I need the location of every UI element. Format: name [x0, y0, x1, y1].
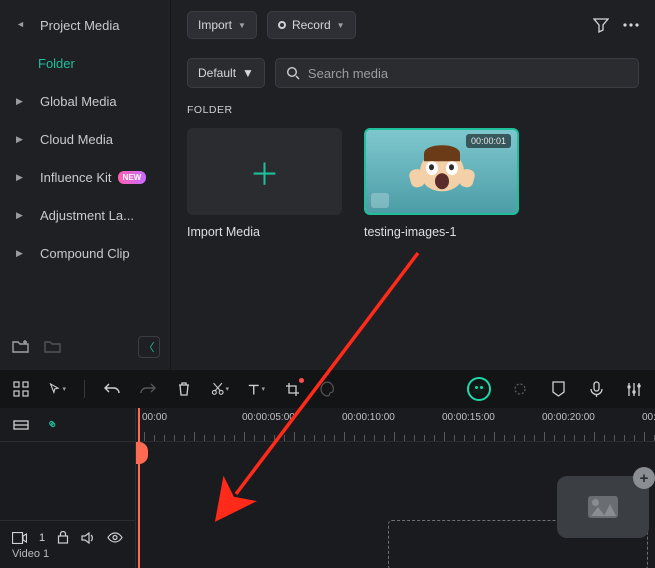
sidebar-item-compound-clip[interactable]: ▶ Compound Clip	[6, 234, 164, 272]
sidebar-item-label: Folder	[38, 56, 75, 71]
ruler-label: 00:00	[142, 412, 167, 423]
sidebar: ▼ Project Media Folder ▶ Global Media ▶ …	[0, 0, 170, 370]
chevron-right-icon: ▶	[16, 248, 26, 259]
card-label: Import Media	[187, 225, 342, 239]
ruler-label: 00:00:15:00	[442, 412, 495, 423]
clip-type-icon	[371, 193, 389, 208]
media-browser: Import ▼ Record ▼ Default ▼	[171, 0, 655, 370]
mic-icon[interactable]	[587, 380, 605, 398]
sidebar-item-project-media[interactable]: ▼ Project Media	[6, 6, 164, 44]
timeline-toolbar: ▾ ▾ ▾	[0, 370, 655, 408]
import-media-card[interactable]: ＋ Import Media	[187, 128, 342, 239]
ruler-label: 00:00:20:00	[542, 412, 595, 423]
palette-icon[interactable]	[319, 380, 337, 398]
chevron-down-icon: ▼	[238, 21, 246, 30]
visibility-icon[interactable]	[107, 532, 123, 543]
chevron-right-icon: ▶	[16, 210, 26, 221]
chevron-down-icon: ▼	[337, 21, 345, 30]
sidebar-item-adjustment-layer[interactable]: ▶ Adjustment La...	[6, 196, 164, 234]
sparkle-icon[interactable]	[511, 380, 529, 398]
sidebar-item-label: Influence Kit	[40, 170, 112, 185]
sidebar-item-label: Project Media	[40, 18, 119, 33]
sidebar-item-folder[interactable]: Folder	[6, 44, 164, 82]
apps-icon[interactable]	[12, 380, 30, 398]
ai-assistant-icon[interactable]	[467, 377, 491, 401]
new-folder-icon[interactable]	[10, 337, 32, 357]
sidebar-item-influence-kit[interactable]: ▶ Influence Kit NEW	[6, 158, 164, 196]
media-clip-card[interactable]: 00:00:01 testing-images-1	[364, 128, 519, 239]
track-label: Video 1	[12, 548, 123, 560]
plus-icon: +	[633, 467, 655, 489]
card-label: testing-images-1	[364, 225, 519, 239]
import-button[interactable]: Import ▼	[187, 11, 257, 39]
plus-icon: ＋	[250, 150, 280, 194]
sidebar-item-label: Adjustment La...	[40, 208, 134, 223]
search-icon	[286, 66, 300, 80]
timeline-tracks[interactable]: 00:00 00:00:05:00 00:00:10:00 00:00:15:00 00…	[136, 408, 655, 568]
sort-dropdown[interactable]: Default ▼	[187, 58, 265, 88]
sort-label: Default	[198, 66, 236, 80]
image-icon	[588, 496, 618, 518]
clip-duration: 00:00:01	[466, 134, 511, 148]
track-header[interactable]: 1 Video 1	[0, 520, 135, 568]
section-heading: FOLDER	[187, 104, 639, 116]
folder-icon[interactable]	[42, 337, 64, 357]
collapse-sidebar-button[interactable]: 〈	[138, 336, 160, 358]
filter-icon[interactable]	[593, 17, 609, 33]
clip-thumbnail	[420, 151, 464, 191]
redo-icon[interactable]	[139, 380, 157, 398]
chevron-right-icon: ▶	[16, 172, 26, 183]
playhead[interactable]	[138, 408, 140, 568]
track-index: 1	[39, 532, 45, 544]
record-label: Record	[292, 18, 331, 32]
text-icon[interactable]: ▾	[247, 380, 265, 398]
marker-icon[interactable]	[549, 380, 567, 398]
search-input[interactable]	[308, 66, 628, 81]
lock-icon[interactable]	[57, 531, 69, 544]
cursor-icon[interactable]: ▾	[48, 380, 66, 398]
video-track-icon	[12, 532, 27, 544]
chevron-right-icon: ▶	[16, 96, 26, 107]
delete-icon[interactable]	[175, 380, 193, 398]
undo-icon[interactable]	[103, 380, 121, 398]
chevron-down-icon: ▼	[242, 66, 254, 80]
ruler-label: 00:00:05:00	[242, 412, 295, 423]
snap-icon[interactable]	[12, 416, 30, 434]
sidebar-item-label: Cloud Media	[40, 132, 113, 147]
more-icon[interactable]	[623, 17, 639, 33]
ruler-label: 00:00:25:0	[642, 412, 655, 423]
sidebar-item-label: Global Media	[40, 94, 117, 109]
chevron-right-icon: ▶	[16, 134, 26, 145]
new-badge: NEW	[118, 171, 147, 184]
ruler-label: 00:00:10:00	[342, 412, 395, 423]
link-icon[interactable]: ⚭	[42, 414, 62, 434]
crop-icon[interactable]	[283, 380, 301, 398]
mute-icon[interactable]	[81, 532, 95, 544]
timeline: ⚭ 1 Video 1 00:0000:00:05:0000:00:10:000…	[0, 408, 655, 568]
search-field[interactable]	[275, 58, 639, 88]
chevron-down-icon: ▼	[16, 20, 26, 30]
sidebar-item-global-media[interactable]: ▶ Global Media	[6, 82, 164, 120]
sidebar-item-label: Compound Clip	[40, 246, 130, 261]
cut-icon[interactable]: ▾	[211, 380, 229, 398]
record-icon	[278, 21, 286, 29]
record-button[interactable]: Record ▼	[267, 11, 356, 39]
add-media-placeholder[interactable]: +	[557, 476, 649, 538]
import-label: Import	[198, 18, 232, 32]
time-ruler[interactable]: 00:00 00:00:05:00 00:00:10:00 00:00:15:00 00…	[136, 408, 655, 442]
sidebar-item-cloud-media[interactable]: ▶ Cloud Media	[6, 120, 164, 158]
mixer-icon[interactable]	[625, 380, 643, 398]
